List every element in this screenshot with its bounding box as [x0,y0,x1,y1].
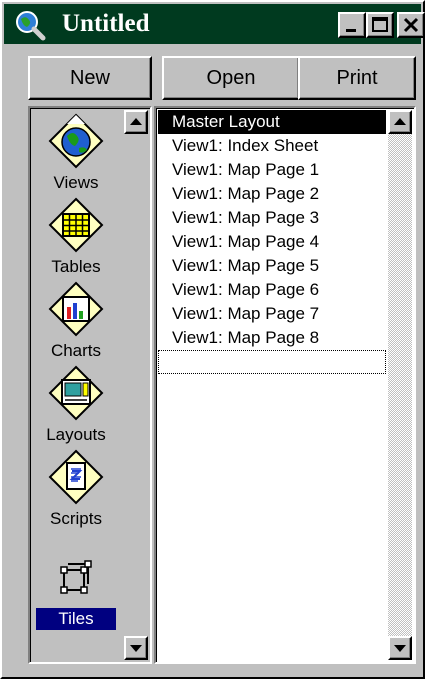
scroll-down-button[interactable] [124,636,148,660]
doc-type-charts[interactable]: Charts [34,280,118,362]
list-item[interactable]: Master Layout [158,110,386,134]
window-title: Untitled [62,10,150,37]
doc-type-label: Views [53,173,99,192]
table-grid-icon [48,197,104,253]
arrow-down-icon [394,645,406,652]
layout-icon [48,365,104,421]
script-icon [48,449,104,505]
doc-type-panel: Views Tables Charts Layouts Scripts Tile… [28,106,152,664]
document-list-panel: Master Layout View1: Index Sheet View1: … [154,106,416,664]
list-item[interactable]: View1: Index Sheet [158,134,386,158]
print-button[interactable]: Print [298,56,416,100]
open-button[interactable]: Open [162,56,300,100]
new-button[interactable]: New [28,56,152,100]
list-item[interactable]: View1: Map Page 8 [158,326,386,350]
list-item[interactable]: View1: Map Page 7 [158,302,386,326]
scroll-track[interactable] [124,134,148,636]
doc-type-scripts[interactable]: Scripts [34,448,118,530]
list-item[interactable]: View1: Map Page 3 [158,206,386,230]
close-icon [403,17,419,33]
list-item[interactable]: View1: Map Page 2 [158,182,386,206]
list-item[interactable]: View1: Map Page 1 [158,158,386,182]
doc-type-layouts[interactable]: Layouts [34,364,118,446]
doc-type-label: Tables [51,257,101,276]
arrow-down-icon [130,645,142,652]
close-button[interactable] [397,12,425,38]
tiles-icon [60,560,92,594]
scroll-up-button[interactable] [388,110,412,134]
scroll-track[interactable] [388,134,412,636]
project-window: Untitled New Open Print Views Tables Cha… [0,0,425,679]
bar-chart-icon [48,281,104,337]
maximize-icon [372,17,388,32]
globe-icon [48,113,104,169]
doc-type-label: Tiles [36,608,116,630]
focus-rect [158,350,386,374]
scroll-up-button[interactable] [124,110,148,134]
doc-type-label: Charts [50,341,102,360]
list-item[interactable]: View1: Map Page 5 [158,254,386,278]
doc-type-label: Scripts [50,509,102,528]
maximize-button[interactable] [366,12,394,38]
doc-type-label: Layouts [46,425,106,444]
arrow-up-icon [394,118,406,125]
list-item[interactable]: View1: Map Page 4 [158,230,386,254]
magnifier-globe-icon[interactable] [14,9,46,41]
arrow-up-icon [130,118,142,125]
doc-type-views[interactable]: Views [34,112,118,194]
doc-type-tables[interactable]: Tables [34,196,118,278]
minimize-icon [346,29,356,32]
doc-type-scrollbar[interactable] [124,110,148,660]
list-item[interactable]: View1: Map Page 6 [158,278,386,302]
title-bar[interactable]: Untitled [4,4,425,44]
scroll-down-button[interactable] [388,636,412,660]
minimize-button[interactable] [338,12,366,38]
document-list-scrollbar[interactable] [388,110,412,660]
document-list: Master Layout View1: Index Sheet View1: … [158,110,386,374]
doc-type-tiles[interactable]: Tiles [34,548,118,630]
